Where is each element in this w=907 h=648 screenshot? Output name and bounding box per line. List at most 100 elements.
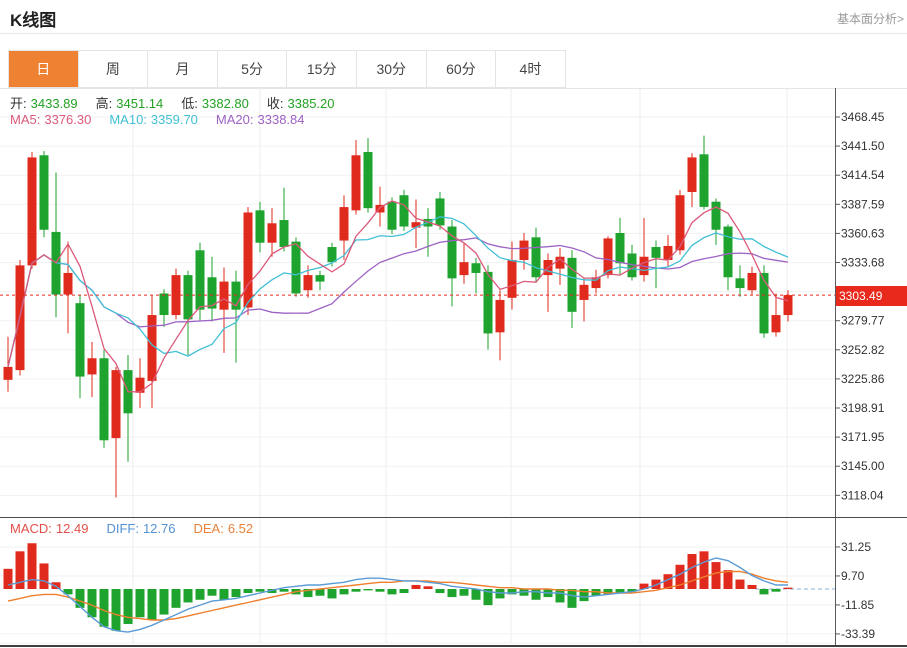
candle-body bbox=[220, 282, 229, 310]
macd-histogram-bar bbox=[388, 589, 397, 594]
y-axis-label: 3145.00 bbox=[841, 459, 885, 473]
candle-body bbox=[532, 237, 541, 277]
y-axis-label: -33.39 bbox=[841, 627, 875, 641]
candle-body bbox=[160, 293, 169, 315]
macd-histogram-bar bbox=[376, 589, 385, 592]
low-label: 低: bbox=[181, 96, 198, 111]
high-label: 高: bbox=[96, 96, 113, 111]
macd-histogram-bar bbox=[448, 589, 457, 597]
macd-histogram-bar bbox=[568, 589, 577, 608]
macd-histogram-bar bbox=[4, 569, 13, 589]
ma5-readout: MA5: 3376.30 bbox=[10, 112, 95, 127]
open-value: 3433.89 bbox=[31, 96, 78, 111]
current-price-badge: 3303.49 bbox=[836, 286, 907, 306]
period-tab-60min[interactable]: 60分 bbox=[427, 51, 497, 87]
candle-body bbox=[148, 315, 157, 381]
macd-histogram-bar bbox=[184, 589, 193, 602]
period-tab-30min[interactable]: 30分 bbox=[357, 51, 427, 87]
macd-histogram-bar bbox=[496, 589, 505, 598]
dea-value: 6.52 bbox=[228, 521, 253, 536]
macd-histogram-bar bbox=[208, 589, 217, 596]
macd-histogram-bar bbox=[88, 589, 97, 617]
macd-histogram-bar bbox=[148, 589, 157, 620]
macd-histogram-bar bbox=[760, 589, 769, 594]
macd-value: 12.49 bbox=[56, 521, 89, 536]
candle-body bbox=[712, 202, 721, 230]
candle-body bbox=[256, 210, 265, 242]
header-divider bbox=[0, 33, 907, 34]
y-axis-label: 3360.63 bbox=[841, 226, 885, 240]
candle-body bbox=[4, 367, 13, 380]
macd-histogram-bar bbox=[400, 589, 409, 593]
macd-histogram-bar bbox=[76, 589, 85, 608]
macd-histogram-bar bbox=[340, 589, 349, 594]
candle-body bbox=[472, 263, 481, 273]
period-tab-month[interactable]: 月 bbox=[148, 51, 218, 87]
macd-histogram-bar bbox=[472, 589, 481, 600]
low-value: 3382.80 bbox=[202, 96, 249, 111]
candle-body bbox=[700, 154, 709, 207]
candle-body bbox=[496, 300, 505, 332]
macd-histogram-bar bbox=[772, 589, 781, 592]
ma5-line bbox=[8, 201, 788, 392]
low-readout: 低: 3382.80 bbox=[181, 96, 253, 111]
macd-histogram-bar bbox=[532, 589, 541, 600]
main-candlestick-chart[interactable]: 3468.453441.503414.543387.593360.633333.… bbox=[0, 88, 907, 517]
y-axis-label: 3252.82 bbox=[841, 343, 885, 357]
candle-body bbox=[688, 157, 697, 192]
macd-histogram-bar bbox=[28, 543, 37, 589]
candle-body bbox=[76, 303, 85, 376]
macd-histogram-bar bbox=[232, 589, 241, 597]
fundamental-analysis-link[interactable]: 基本面分析> bbox=[837, 10, 904, 27]
candle-body bbox=[676, 195, 685, 250]
macd-histogram-bar bbox=[436, 589, 445, 593]
macd-histogram-bar bbox=[424, 586, 433, 589]
macd-histogram-bar bbox=[124, 589, 133, 624]
y-axis-label: 3441.50 bbox=[841, 139, 885, 153]
y-axis-label: 3279.77 bbox=[841, 314, 885, 328]
close-value: 3385.20 bbox=[288, 96, 335, 111]
macd-label: MACD: bbox=[10, 521, 52, 536]
candle-body bbox=[508, 260, 517, 298]
period-tab-15min[interactable]: 15分 bbox=[287, 51, 357, 87]
ma5-value: 3376.30 bbox=[44, 112, 91, 127]
macd-histogram-bar bbox=[196, 589, 205, 600]
candle-body bbox=[784, 295, 793, 315]
macd-histogram-bar bbox=[412, 585, 421, 589]
ma20-label: MA20: bbox=[216, 112, 254, 127]
candle-body bbox=[664, 246, 673, 260]
candle-body bbox=[316, 275, 325, 281]
macd-histogram-bar bbox=[748, 585, 757, 589]
candle-body bbox=[448, 227, 457, 279]
period-tab-5min[interactable]: 5分 bbox=[218, 51, 288, 87]
kline-widget: K线图 基本面分析> 日周月5分15分30分60分4时 开:3433.89高:3… bbox=[0, 0, 907, 648]
high-readout: 高:3451.14 bbox=[96, 96, 168, 111]
y-axis-label: 3198.91 bbox=[841, 401, 885, 415]
period-tab-4hour[interactable]: 4时 bbox=[496, 51, 565, 87]
candle-body bbox=[292, 242, 301, 294]
ma5-label: MA5: bbox=[10, 112, 40, 127]
high-value: 3451.14 bbox=[116, 96, 163, 111]
period-tab-day[interactable]: 日 bbox=[9, 51, 79, 87]
ma10-label: MA10: bbox=[109, 112, 147, 127]
macd-chart[interactable]: 31.259.70-11.85-33.39 bbox=[0, 518, 907, 645]
period-tab-week[interactable]: 周 bbox=[79, 51, 149, 87]
macd-histogram-bar bbox=[136, 589, 145, 617]
candle-body bbox=[40, 155, 49, 229]
candle-body bbox=[484, 272, 493, 334]
y-axis-label: 3225.86 bbox=[841, 372, 885, 386]
y-axis-label: -11.85 bbox=[841, 598, 874, 612]
macd-histogram-bar bbox=[100, 589, 109, 627]
y-axis-label: 31.25 bbox=[841, 540, 871, 554]
macd-histogram-bar bbox=[556, 589, 565, 602]
macd-histogram-bar bbox=[280, 589, 289, 592]
candle-body bbox=[400, 195, 409, 226]
y-axis-label: 3387.59 bbox=[841, 197, 885, 211]
macd-histogram-bar bbox=[328, 589, 337, 598]
candle-body bbox=[760, 273, 769, 333]
candle-body bbox=[736, 278, 745, 288]
ma20-value: 3338.84 bbox=[258, 112, 305, 127]
candle-body bbox=[616, 233, 625, 263]
macd-histogram-bar bbox=[688, 554, 697, 589]
candle-body bbox=[268, 223, 277, 242]
